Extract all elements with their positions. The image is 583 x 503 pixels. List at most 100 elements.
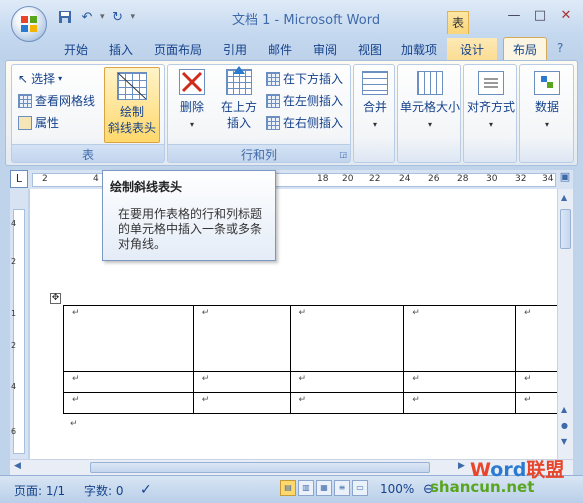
dialog-launcher-icon[interactable]: ◲ (339, 150, 347, 159)
insert-right-button[interactable]: 在右侧插入 (266, 114, 343, 131)
table-cell[interactable]: ↵ (192, 305, 291, 372)
insert-above-button[interactable]: 在上方 插入 (218, 66, 260, 131)
help-icon[interactable]: ? (557, 41, 563, 55)
insert-below-label: 在下方插入 (283, 72, 344, 86)
tab-home[interactable]: 开始 (60, 38, 92, 60)
ruler-tick: 28 (457, 174, 469, 184)
alignment-icon (478, 71, 504, 95)
properties-button[interactable]: 属性 (18, 114, 59, 131)
table-cell[interactable]: ↵ (63, 371, 194, 393)
chevron-down-icon: ▾ (189, 120, 194, 129)
customize-icon[interactable]: ▾ (131, 12, 136, 22)
merge-button[interactable]: 合并 ▾ (356, 71, 394, 133)
table-cell[interactable]: ↵ (403, 392, 517, 414)
save-icon[interactable] (56, 9, 74, 25)
browse-object-icon[interactable]: ● (561, 421, 568, 430)
tab-view[interactable]: 视图 (354, 38, 386, 60)
data-group: 数据 ▾ (519, 64, 574, 163)
minimize-button[interactable]: — (503, 8, 525, 26)
delete-table-icon (179, 69, 205, 95)
redo-icon[interactable]: ↻ (109, 9, 127, 25)
vertical-scrollbar[interactable]: ▲ ▲ ● ▼ (557, 189, 573, 459)
full-screen-reading-icon[interactable]: ▥ (298, 480, 314, 496)
tab-layout[interactable]: 布局 (503, 37, 547, 61)
tab-page-layout[interactable]: 页面布局 (150, 38, 206, 60)
office-logo-icon (21, 16, 37, 32)
document-table[interactable]: ↵ ↵ ↵ ↵ ↵ ↵ ↵ ↵ ↵ ↵ ↵ ↵ ↵ ↵ ↵ (63, 305, 557, 414)
table-cell[interactable]: ↵ (63, 392, 194, 414)
table-cell[interactable]: ↵ (403, 371, 517, 393)
undo-dropdown-icon[interactable]: ▾ (100, 12, 105, 22)
title-bar: ↶ ▾ ↻ ▾ 文档 1 - Microsoft Word 表 — □ ✕ (0, 0, 583, 42)
delete-button[interactable]: 删除 ▾ (172, 69, 212, 133)
select-label: 选择 (31, 72, 56, 86)
table-row: ↵ ↵ ↵ ↵ ↵ (63, 392, 557, 414)
tab-add-ins[interactable]: 加载项 (397, 38, 441, 60)
alignment-label: 对齐方式 (466, 100, 515, 114)
scroll-up-icon[interactable]: ▲ (561, 193, 567, 202)
tooltip: 绘制斜线表头 在要用作表格的行和列标题的单元格中插入一条或多条对角线。 (102, 170, 276, 261)
vertical-ruler[interactable]: 4 2 1 2 4 6 (10, 189, 28, 459)
view-ruler-icon[interactable]: ▣ (557, 170, 573, 188)
ruler-tick: 1 (11, 309, 17, 318)
scroll-right-icon[interactable]: ▶ (458, 461, 465, 471)
table-cell[interactable]: ↵ (289, 371, 405, 393)
properties-label: 属性 (35, 116, 60, 130)
table-cell[interactable]: ↵ (515, 371, 557, 393)
data-button[interactable]: 数据 ▾ (522, 71, 572, 133)
ruler-tick: 6 (11, 427, 17, 436)
insert-right-label: 在右侧插入 (283, 116, 344, 130)
tab-design[interactable]: 设计 (447, 38, 497, 60)
web-layout-icon[interactable]: ▦ (316, 480, 332, 496)
merge-icon (362, 71, 388, 95)
chevron-down-icon: ▾ (488, 120, 493, 129)
scroll-thumb[interactable] (90, 462, 430, 473)
insert-above-label-line1: 在上方 (220, 100, 257, 114)
alignment-button[interactable]: 对齐方式 ▾ (465, 71, 517, 133)
gridlines-icon (18, 93, 32, 108)
tab-references[interactable]: 引用 (219, 38, 251, 60)
table-cell[interactable]: ↵ (192, 392, 291, 414)
tab-mailings[interactable]: 邮件 (264, 38, 296, 60)
tab-insert[interactable]: 插入 (105, 38, 137, 60)
table-cell[interactable]: ↵ (515, 392, 557, 414)
print-layout-icon[interactable]: ▤ (280, 480, 296, 496)
insert-below-button[interactable]: 在下方插入 (266, 70, 343, 87)
draw-diagonal-header-button[interactable]: 绘制 斜线表头 (104, 67, 160, 143)
table-cell[interactable]: ↵ (289, 305, 405, 372)
scroll-thumb[interactable] (560, 209, 571, 249)
table-cell[interactable]: ↵ (289, 392, 405, 414)
window-controls: — □ ✕ (503, 8, 577, 26)
table-cell[interactable]: ↵ (515, 305, 557, 372)
view-gridlines-button[interactable]: 查看网格线 (18, 92, 95, 109)
table-move-handle[interactable]: ✥ (50, 293, 61, 304)
draft-icon[interactable]: ▭ (352, 480, 368, 496)
insert-left-button[interactable]: 在左侧插入 (266, 92, 343, 109)
scroll-left-icon[interactable]: ◀ (14, 461, 21, 471)
office-button[interactable] (11, 6, 47, 42)
tab-selector-button[interactable]: L (10, 170, 28, 188)
cell-size-button[interactable]: 单元格大小 ▾ (399, 71, 461, 133)
ruler-tick: 24 (399, 174, 411, 184)
table-cell[interactable]: ↵ (63, 305, 194, 372)
insert-left-icon (266, 93, 280, 108)
table-cell[interactable]: ↵ (192, 371, 291, 393)
previous-page-icon[interactable]: ▲ (561, 405, 567, 414)
tab-review[interactable]: 审阅 (309, 38, 341, 60)
maximize-button[interactable]: □ (529, 8, 551, 26)
zoom-level[interactable]: 100% (380, 482, 414, 496)
word-count[interactable]: 字数: 0 (84, 482, 124, 499)
outline-icon[interactable]: ≡ (334, 480, 350, 496)
undo-icon[interactable]: ↶ (78, 9, 96, 25)
select-button[interactable]: ↖ 选择 ▾ (18, 70, 62, 87)
draw-label-line1: 绘制 (119, 105, 144, 119)
cell-size-group: 单元格大小 ▾ (397, 64, 461, 163)
page-count[interactable]: 页面: 1/1 (14, 482, 65, 499)
close-button[interactable]: ✕ (555, 8, 577, 26)
table-cell[interactable]: ↵ (403, 305, 517, 372)
ruler-tick: 20 (342, 174, 354, 184)
next-page-icon[interactable]: ▼ (561, 437, 567, 446)
proofing-icon[interactable]: ✓ (140, 482, 152, 498)
ruler-tick: 18 (317, 174, 329, 184)
cursor-icon: ↖ (18, 71, 29, 86)
